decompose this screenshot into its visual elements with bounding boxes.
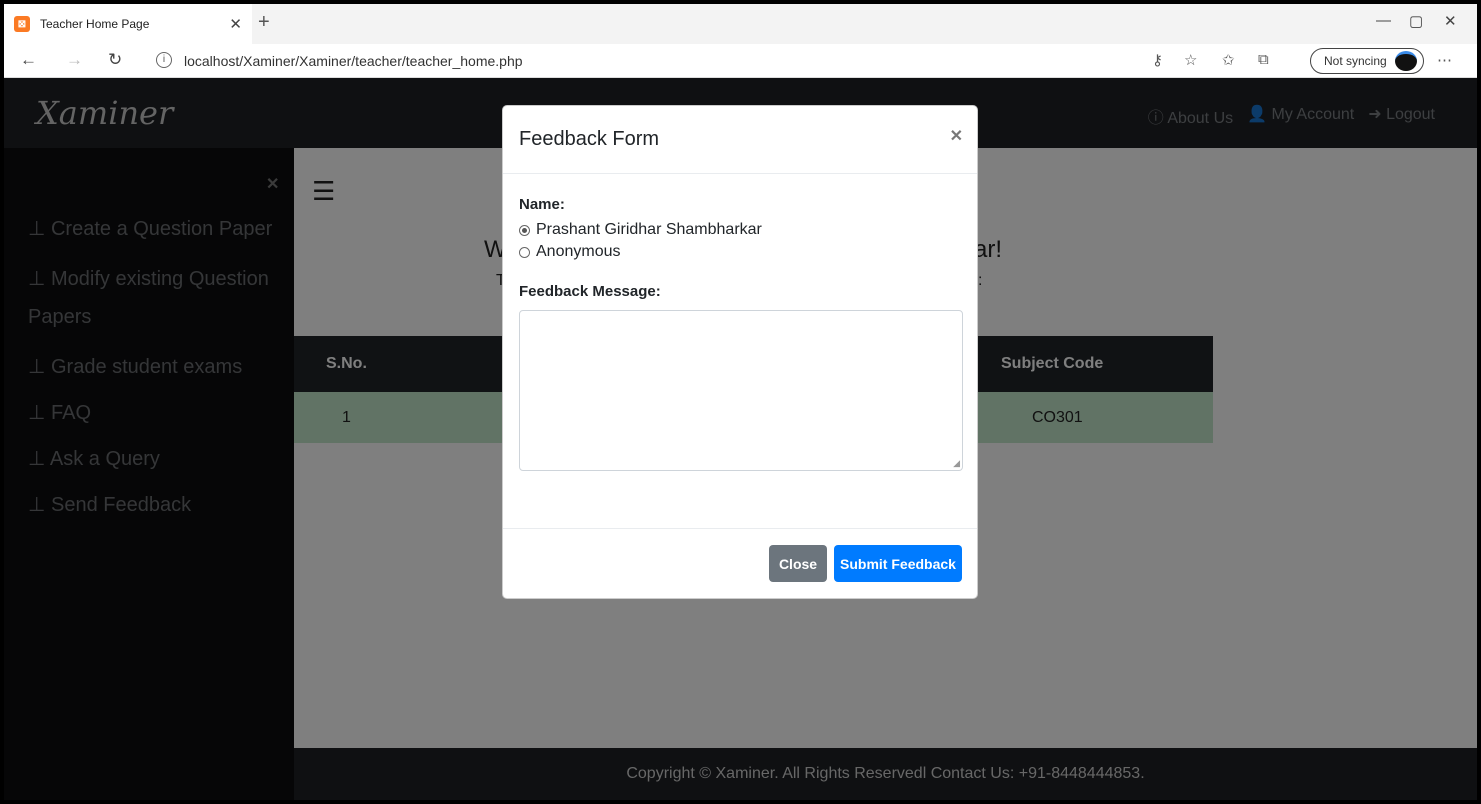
url-field[interactable]: localhost/Xaminer/Xaminer/teacher/teache… <box>184 53 523 69</box>
resize-grip-icon[interactable]: ◢ <box>953 458 960 469</box>
browser-window: ⊠ Teacher Home Page ✕ + — ▢ ✕ ← → ↻ i lo… <box>4 4 1477 800</box>
feedback-message-textarea[interactable]: ◢ <box>519 310 963 471</box>
more-options-icon[interactable]: ⋯ <box>1437 51 1452 69</box>
radio-unselected-icon[interactable] <box>519 246 530 258</box>
back-icon[interactable]: ← <box>20 50 37 70</box>
key-icon[interactable]: ⚷ <box>1152 51 1163 69</box>
address-bar: ← → ↻ i localhost/Xaminer/Xaminer/teache… <box>4 44 1477 78</box>
radio-option-name[interactable]: Prashant Giridhar Shambharkar <box>519 221 963 239</box>
modal-body: Name: Prashant Giridhar Shambharkar Anon… <box>519 196 963 471</box>
favorite-star-icon[interactable]: ☆ <box>1184 51 1197 69</box>
name-label: Name: <box>519 196 565 213</box>
refresh-icon[interactable]: ↻ <box>108 50 122 70</box>
maximize-icon[interactable]: ▢ <box>1409 12 1423 30</box>
tab-bar: ⊠ Teacher Home Page ✕ + — ▢ ✕ <box>4 4 1477 44</box>
browser-tab[interactable]: ⊠ Teacher Home Page ✕ <box>4 4 252 44</box>
modal-close-icon[interactable]: ✕ <box>950 126 963 146</box>
radio-selected-icon[interactable] <box>519 224 530 236</box>
submit-feedback-button[interactable]: Submit Feedback <box>834 545 962 582</box>
collections-icon[interactable]: ⧉ <box>1258 51 1269 68</box>
forward-icon[interactable]: → <box>66 50 83 70</box>
radio-label-anonymous: Anonymous <box>536 243 621 260</box>
sync-button[interactable]: Not syncing <box>1310 48 1424 74</box>
modal-title: Feedback Form <box>519 128 660 150</box>
sync-label: Not syncing <box>1324 54 1387 68</box>
radio-option-anonymous[interactable]: Anonymous <box>519 243 963 261</box>
radio-label-name: Prashant Giridhar Shambharkar <box>536 221 762 238</box>
message-label: Feedback Message: <box>519 283 661 300</box>
site-info-icon[interactable]: i <box>156 52 172 68</box>
feedback-modal: Feedback Form ✕ Name: Prashant Giridhar … <box>502 105 978 599</box>
xampp-favicon-icon: ⊠ <box>14 16 30 32</box>
close-window-icon[interactable]: ✕ <box>1444 12 1457 30</box>
close-tab-icon[interactable]: ✕ <box>229 15 242 33</box>
favorites-list-icon[interactable]: ✩ <box>1222 51 1235 69</box>
minimize-icon[interactable]: — <box>1376 12 1391 29</box>
profile-avatar <box>1395 51 1417 71</box>
modal-footer: Close Submit Feedback <box>503 528 977 598</box>
modal-header: Feedback Form ✕ <box>503 106 977 174</box>
new-tab-icon[interactable]: + <box>258 11 270 34</box>
tab-title: Teacher Home Page <box>40 17 150 31</box>
close-button[interactable]: Close <box>769 545 827 582</box>
